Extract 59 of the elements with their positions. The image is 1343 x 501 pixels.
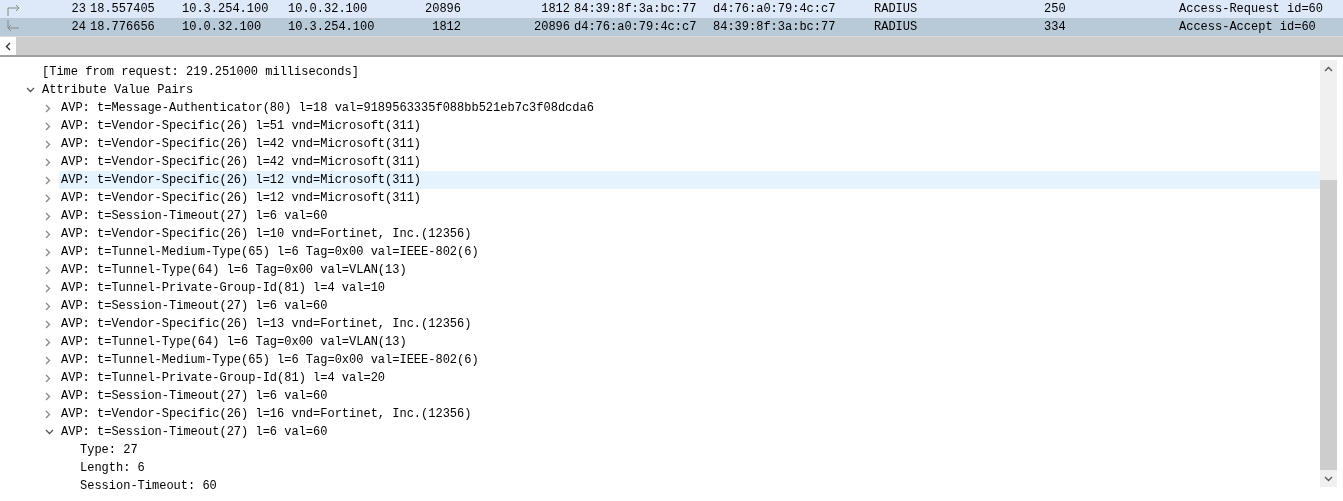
table-cell-text: 18.776656: [90, 20, 156, 34]
scroll-left-icon[interactable]: [5, 41, 11, 51]
table-cell-text: 1812: [540, 2, 571, 16]
tree-item[interactable]: AVP: t=Tunnel-Medium-Type(65) l=6 Tag=0x00 val=IEEE-802(6): [59, 351, 1320, 369]
tree-item[interactable]: Length: 6: [78, 459, 1320, 477]
table-cell-text: 250: [1044, 2, 1067, 16]
tree-item[interactable]: [Time from request: 219.251000 milliseconds]: [40, 63, 1320, 81]
table-cell-text: d4:76:a0:79:4c:c7: [713, 2, 837, 16]
chevron-down-icon[interactable]: [26, 87, 35, 93]
tree-item[interactable]: AVP: t=Tunnel-Type(64) l=6 Tag=0x00 val=VLAN(13): [59, 261, 1320, 279]
table-cell-text: d4:76:a0:79:4c:c7: [574, 20, 698, 34]
related-packet-icon: [5, 2, 21, 16]
horizontal-scrollbar[interactable]: [0, 36, 1343, 57]
related-packet-icon: [5, 20, 21, 34]
table-cell-text: 10.3.254.100: [182, 2, 270, 16]
tree-item[interactable]: AVP: t=Vendor-Specific(26) l=13 vnd=Fortinet, Inc.(12356): [59, 315, 1320, 333]
table-cell-text: 84:39:8f:3a:bc:77: [574, 2, 698, 16]
table-cell-text: 10.0.32.100: [288, 2, 369, 16]
table-cell-text: 10.0.32.100: [182, 20, 263, 34]
tree-item[interactable]: AVP: t=Vendor-Specific(26) l=10 vnd=Fortinet, Inc.(12356): [59, 225, 1320, 243]
tree-item[interactable]: AVP: t=Tunnel-Private-Group-Id(81) l=4 val=10: [59, 279, 1320, 297]
table-cell-text: 10.3.254.100: [288, 20, 376, 34]
tree-item[interactable]: AVP: t=Vendor-Specific(26) l=51 vnd=Microsoft(311): [59, 117, 1320, 135]
tree-item[interactable]: AVP: t=Tunnel-Medium-Type(65) l=6 Tag=0x00 val=IEEE-802(6): [59, 243, 1320, 261]
table-cell-text: 334: [1044, 20, 1067, 34]
tree-item[interactable]: AVP: t=Vendor-Specific(26) l=12 vnd=Microsoft(311): [59, 171, 1320, 189]
tree-item[interactable]: Session-Timeout: 60: [78, 477, 1320, 495]
table-cell-text: 18.557405: [90, 2, 156, 16]
table-cell-text: 84:39:8f:3a:bc:77: [713, 20, 837, 34]
table-cell-text: 1812: [431, 20, 462, 34]
scrollbar-thumb[interactable]: [16, 37, 1343, 55]
tree-item[interactable]: AVP: t=Session-Timeout(27) l=6 val=60: [59, 297, 1320, 315]
tree-item[interactable]: Attribute Value Pairs: [40, 81, 1320, 99]
tree-item[interactable]: AVP: t=Message-Authenticator(80) l=18 val=9189563335f088bb521eb7c3f08dcda6: [59, 99, 1320, 117]
table-cell-text: Access-Request id=60: [1179, 2, 1325, 16]
tree-item[interactable]: AVP: t=Vendor-Specific(26) l=42 vnd=Microsoft(311): [59, 153, 1320, 171]
tree-item[interactable]: AVP: t=Vendor-Specific(26) l=12 vnd=Microsoft(311): [59, 189, 1320, 207]
vertical-scrollbar[interactable]: [1320, 60, 1337, 487]
scroll-up-icon[interactable]: [1324, 65, 1333, 72]
packet-row[interactable]: 24 18.776656 10.0.32.100 10.3.254.100 1812 20896 d4:76:a0:79:4c:c7 84:39:8f:3a:bc:77 RADIUS 334 Access-Accept id=60: [0, 18, 1343, 36]
table-cell-text: RADIUS: [874, 2, 919, 16]
table-cell-text: RADIUS: [874, 20, 919, 34]
tree-item[interactable]: AVP: t=Session-Timeout(27) l=6 val=60: [59, 423, 1320, 441]
tree-item[interactable]: AVP: t=Session-Timeout(27) l=6 val=60: [59, 207, 1320, 225]
packet-row[interactable]: 23 18.557405 10.3.254.100 10.0.32.100 20896 1812 84:39:8f:3a:bc:77 d4:76:a0:79:4c:c7 RADIUS 250 Access-Request id=60: [0, 0, 1343, 18]
table-cell-text: 23: [70, 2, 87, 16]
table-cell-text: 20896: [533, 20, 571, 34]
tree-item[interactable]: AVP: t=Vendor-Specific(26) l=16 vnd=Fortinet, Inc.(12356): [59, 405, 1320, 423]
table-cell-text: 24: [70, 20, 87, 34]
scroll-down-icon[interactable]: [1324, 475, 1333, 482]
table-cell-text: 20896: [424, 2, 462, 16]
tree-item[interactable]: AVP: t=Tunnel-Private-Group-Id(81) l=4 val=20: [59, 369, 1320, 387]
tree-item[interactable]: AVP: t=Vendor-Specific(26) l=42 vnd=Microsoft(311): [59, 135, 1320, 153]
tree-item[interactable]: Type: 27: [78, 441, 1320, 459]
scrollbar-thumb[interactable]: [1320, 180, 1337, 470]
tree-item[interactable]: AVP: t=Session-Timeout(27) l=6 val=60: [59, 387, 1320, 405]
tree-item[interactable]: AVP: t=Tunnel-Type(64) l=6 Tag=0x00 val=VLAN(13): [59, 333, 1320, 351]
chevron-down-icon[interactable]: [45, 429, 54, 435]
table-cell-text: Access-Accept id=60: [1179, 20, 1317, 34]
